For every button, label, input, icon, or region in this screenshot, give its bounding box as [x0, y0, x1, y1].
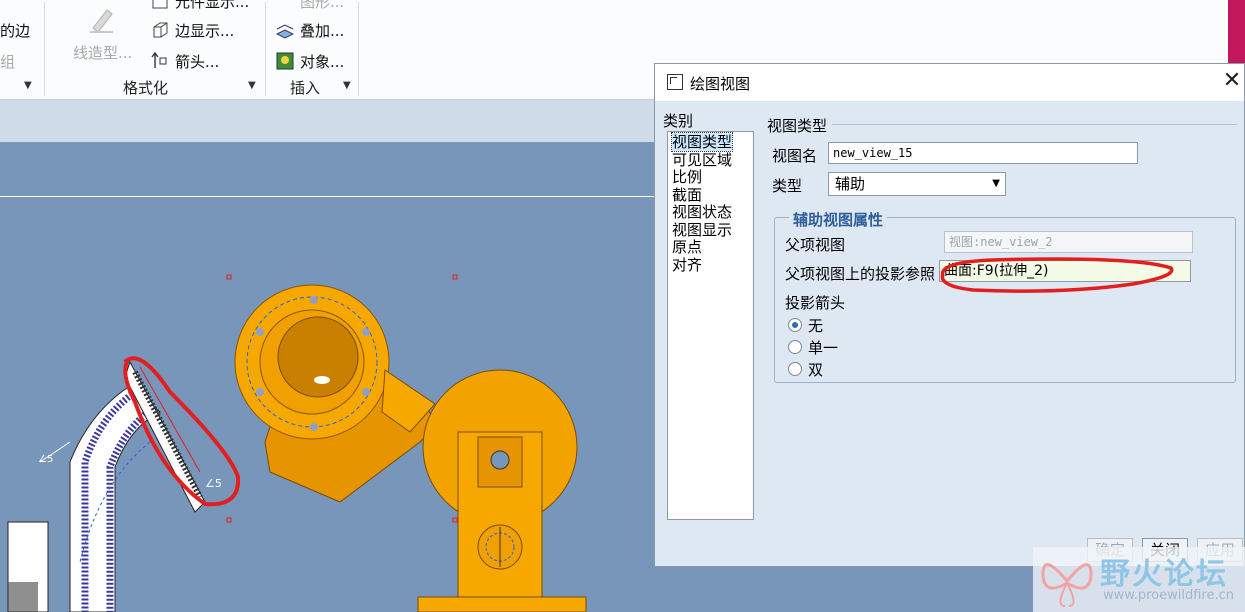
red-annotation-oval: [940, 257, 1174, 293]
watermark-url: www.proewildfire.cn: [1103, 588, 1234, 603]
category-item-view-state[interactable]: 视图状态: [668, 204, 753, 222]
pipe-part-view[interactable]: [417, 369, 587, 612]
category-item-origin[interactable]: 原点: [668, 239, 753, 257]
overlay-icon: [276, 24, 294, 39]
type-dropdown[interactable]: 辅助 ▼: [828, 172, 1006, 196]
format-group-label: 格式化: [123, 79, 169, 97]
insert-expand-arrow-icon[interactable]: ▼: [343, 80, 351, 91]
auxiliary-properties-title: 辅助视图属性: [789, 209, 888, 230]
chevron-down-icon[interactable]: ▼: [992, 173, 1000, 195]
pencil-icon: [90, 9, 113, 33]
close-icon[interactable]: ✕: [1221, 70, 1243, 94]
view-name-input[interactable]: new_view_15: [828, 142, 1138, 164]
flange-part-view[interactable]: [234, 284, 441, 503]
dialog-title: 绘图视图: [690, 75, 751, 93]
projection-reference-label: 父项视图上的投影参照: [785, 265, 936, 283]
selection-handle[interactable]: [452, 517, 458, 523]
radio-single[interactable]: [788, 340, 802, 354]
format-expand-arrow-icon[interactable]: ▼: [248, 80, 256, 91]
category-item-visible-area[interactable]: 可见区域: [668, 151, 753, 170]
drawing-views[interactable]: ∠5 ∠5: [0, 142, 660, 612]
ribbon-separator: [265, 2, 266, 96]
category-item-alignment[interactable]: 对齐: [668, 256, 753, 275]
projection-arrow-label: 投影箭头: [785, 294, 846, 312]
category-item-view-display[interactable]: 视图显示: [668, 221, 753, 240]
window-edge-accent: [1228, 0, 1245, 70]
radio-none-label: 无: [808, 317, 824, 335]
type-label: 类型: [772, 177, 803, 195]
watermark-title: 野火论坛: [1100, 557, 1228, 592]
butterfly-logo-icon: [1041, 563, 1093, 607]
element-display-icon: [152, 0, 168, 9]
radio-none[interactable]: [788, 318, 802, 332]
selection-handle[interactable]: [226, 274, 232, 280]
view-window-icon: [667, 74, 683, 90]
object-button[interactable]: 对象...: [300, 51, 344, 72]
ribbon-edge-fragment[interactable]: 的边: [0, 20, 30, 41]
ribbon-group-fragment[interactable]: 组: [0, 51, 15, 72]
ribbon-separator: [44, 2, 45, 96]
selection-handle[interactable]: [452, 274, 458, 280]
parent-view-field[interactable]: 视图:new_view_2: [944, 231, 1193, 253]
dialog-titlebar[interactable]: 绘图视图 ✕: [655, 64, 1244, 101]
type-selected-value: 辅助: [835, 175, 866, 193]
edge-display-icon: [153, 22, 168, 38]
overlay-button[interactable]: 叠加...: [300, 20, 344, 41]
parent-view-label: 父项视图: [785, 236, 846, 254]
auxiliary-view[interactable]: ∠5: [124, 360, 222, 513]
category-item-view-type[interactable]: 视图类型: [668, 132, 753, 152]
drawing-view-dialog: 绘图视图 ✕ 类别 视图类型 可见区域 比例 截面 视图状态 视图显示 原点 对…: [654, 63, 1245, 567]
edge-display-button[interactable]: 边显示...: [175, 20, 234, 41]
line-style-button[interactable]: 线造型...: [73, 42, 132, 63]
arrow-icon: [151, 52, 167, 68]
section-divider: [832, 124, 1237, 125]
ribbon-separator: [358, 2, 359, 96]
insert-group-label: 插入: [290, 79, 321, 97]
dimension-label: ∠5: [205, 477, 222, 490]
category-item-section[interactable]: 截面: [668, 186, 753, 205]
element-display-button[interactable]: 元件显示...: [175, 0, 249, 12]
selection-handle[interactable]: [226, 517, 232, 523]
section-elbow-view[interactable]: ∠5 ∠5: [7, 274, 587, 612]
view-type-header: 视图类型: [767, 117, 828, 135]
category-item-scale[interactable]: 比例: [668, 169, 753, 187]
radio-single-label: 单一: [808, 339, 839, 357]
group-expand-arrow-icon[interactable]: ▼: [24, 80, 32, 91]
view-name-label: 视图名: [772, 147, 818, 165]
arrow-button[interactable]: 箭头...: [175, 51, 219, 72]
object-icon: [276, 52, 294, 70]
radio-double[interactable]: [788, 362, 802, 376]
shape-button[interactable]: 图形...: [300, 0, 344, 12]
radio-double-label: 双: [808, 361, 824, 379]
category-list[interactable]: 视图类型 可见区域 比例 截面 视图状态 视图显示 原点 对齐: [667, 131, 754, 520]
dimension-label: ∠5: [38, 454, 53, 465]
category-label: 类别: [663, 112, 694, 130]
